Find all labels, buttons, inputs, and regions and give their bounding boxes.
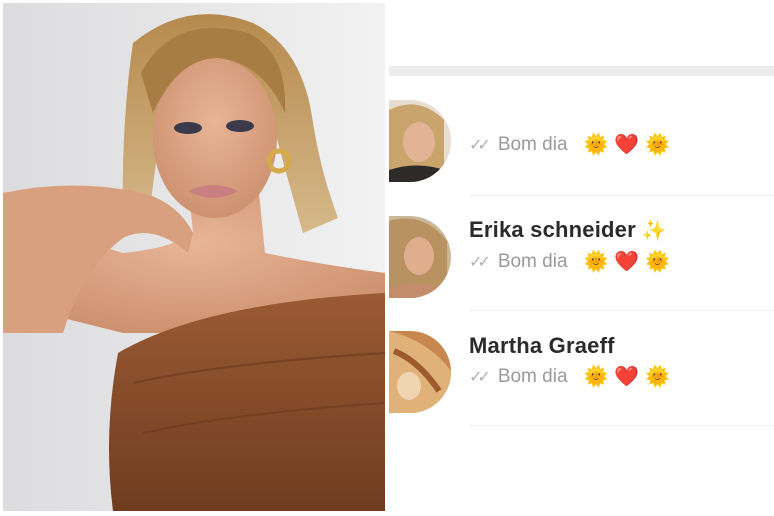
double-check-icon: ✓✓ <box>469 136 491 154</box>
heart-emoji: ❤️ <box>614 366 640 388</box>
sun-emoji: 🌞 <box>583 366 609 388</box>
message-text: Bom dia <box>497 250 568 272</box>
divider <box>469 310 774 311</box>
sun-emoji: 🌞 <box>645 366 671 388</box>
message-text: Bom dia <box>497 133 568 155</box>
avatar <box>389 331 451 413</box>
chat-list-screenshot: ✓✓ Bom dia 🌞 ❤️ 🌞 Erika schneider ✨ ✓✓ Bo… <box>389 0 774 516</box>
sun-emoji: 🌞 <box>645 251 671 273</box>
heart-emoji: ❤️ <box>614 134 640 156</box>
top-bar <box>389 66 774 76</box>
last-message: ✓✓ Bom dia 🌞 ❤️ 🌞 <box>469 249 670 274</box>
avatar <box>389 100 451 182</box>
chat-row[interactable]: ✓✓ Bom dia 🌞 ❤️ 🌞 <box>389 86 774 196</box>
heart-emoji: ❤️ <box>614 251 640 273</box>
contact-name: Martha Graeff <box>469 333 615 358</box>
divider <box>469 195 774 196</box>
sun-emoji: 🌞 <box>583 251 609 273</box>
last-message: ✓✓ Bom dia 🌞 ❤️ 🌞 <box>469 364 670 389</box>
message-text: Bom dia <box>497 365 568 387</box>
contact-name: Erika schneider ✨ <box>469 217 667 242</box>
sparkles-emoji: ✨ <box>641 220 667 242</box>
last-message: ✓✓ Bom dia 🌞 ❤️ 🌞 <box>469 132 670 157</box>
portrait-photo <box>3 3 385 511</box>
double-check-icon: ✓✓ <box>469 253 491 271</box>
sun-emoji: 🌞 <box>583 134 609 156</box>
sun-emoji: 🌞 <box>645 134 671 156</box>
chat-row[interactable]: Martha Graeff ✓✓ Bom dia 🌞 ❤️ 🌞 <box>389 316 774 426</box>
chat-row[interactable]: Erika schneider ✨ ✓✓ Bom dia 🌞 ❤️ 🌞 <box>389 201 774 311</box>
avatar <box>389 216 451 298</box>
double-check-icon: ✓✓ <box>469 368 491 386</box>
divider <box>469 425 774 426</box>
